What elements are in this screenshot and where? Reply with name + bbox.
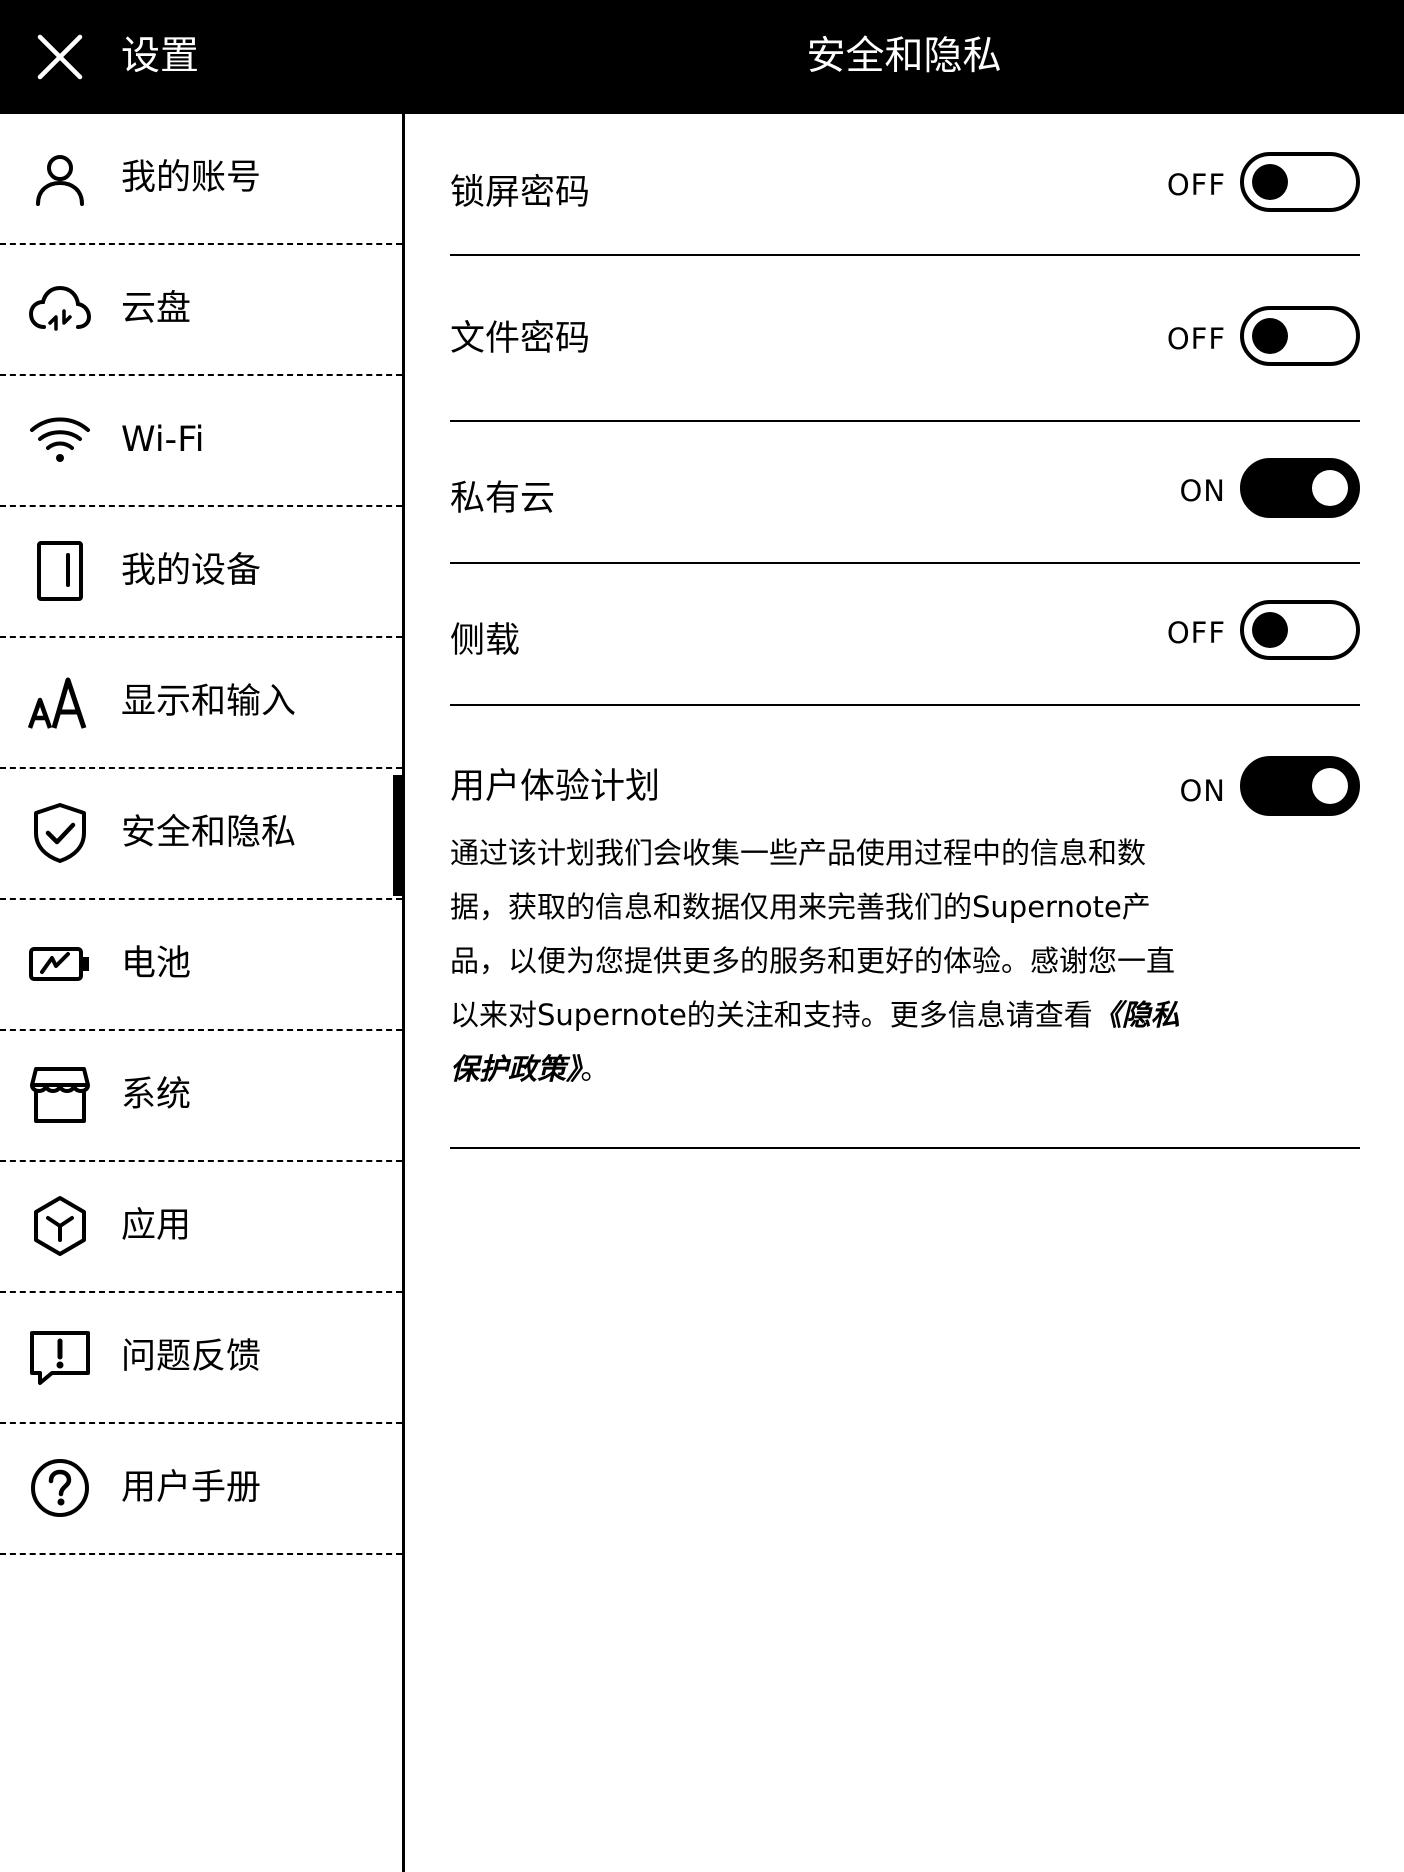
toggle-knob (1252, 318, 1288, 354)
lock-screen-label: 锁屏密码 (450, 173, 591, 213)
sidebar-item-label: 系统 (121, 1075, 192, 1115)
sidebar-item-label: 云盘 (121, 289, 192, 329)
toggle-knob (1252, 612, 1288, 648)
shield-check-icon (28, 801, 92, 865)
toggle-knob (1252, 164, 1288, 200)
file-password-label: 文件密码 (450, 319, 591, 359)
ux-plan-description: 通过该计划我们会收集一些产品使用过程中的信息和数据，获取的信息和数据仅用来完善我… (450, 826, 1180, 1096)
device-icon (28, 539, 92, 603)
ux-plan-label: 用户体验计划 (450, 767, 661, 807)
sidebar-item-label: 我的账号 (121, 158, 262, 198)
sidebar-item-label: Wi-Fi (121, 420, 205, 460)
sidebar-item-system[interactable]: 系统 (0, 1031, 402, 1162)
sidebar-item-manual[interactable]: 用户手册 (0, 1424, 402, 1555)
panel-divider (402, 114, 405, 1872)
app-cube-icon (28, 1194, 92, 1258)
user-icon (28, 146, 92, 210)
toggle-knob (1312, 768, 1348, 804)
sidebar-item-label: 我的设备 (121, 551, 262, 591)
close-icon (37, 34, 83, 80)
sidebar-item-wifi[interactable]: Wi-Fi (0, 376, 402, 507)
sidebar-item-label: 用户手册 (121, 1468, 262, 1508)
sidebar-item-label: 电池 (121, 944, 192, 984)
setting-row-lock-screen: 锁屏密码 OFF (450, 114, 1360, 256)
sidebar-item-cloud[interactable]: 云盘 (0, 245, 402, 376)
private-cloud-label: 私有云 (450, 479, 556, 519)
wifi-icon (28, 408, 92, 472)
sidebar-item-label: 显示和输入 (121, 682, 297, 722)
toggle-knob (1312, 470, 1348, 506)
font-size-icon (28, 670, 92, 734)
feedback-icon (28, 1325, 92, 1389)
lock-screen-toggle[interactable] (1240, 152, 1360, 212)
sidebar-item-device[interactable]: 我的设备 (0, 507, 402, 638)
ux-plan-toggle[interactable] (1240, 756, 1360, 816)
file-password-state: OFF (1166, 322, 1226, 356)
setting-row-file-password: 文件密码 OFF (450, 256, 1360, 422)
sidebar-item-security[interactable]: 安全和隐私 (0, 769, 402, 900)
security-settings-panel: 锁屏密码 OFF 文件密码 OFF 私有云 ON 侧载 OFF 用户体验计划 O… (450, 114, 1360, 1149)
store-icon (28, 1063, 92, 1127)
sideload-state: OFF (1166, 616, 1226, 650)
ux-plan-state: ON (1179, 774, 1226, 808)
top-bar: 设置 安全和隐私 (0, 0, 1404, 114)
ux-plan-description-tail: 。 (580, 1052, 610, 1086)
private-cloud-toggle[interactable] (1240, 458, 1360, 518)
sideload-toggle[interactable] (1240, 600, 1360, 660)
setting-row-ux-plan: 用户体验计划 ON 通过该计划我们会收集一些产品使用过程中的信息和数据，获取的信… (450, 706, 1360, 1149)
settings-title: 设置 (121, 34, 200, 79)
page-title: 安全和隐私 (806, 34, 1002, 79)
sidebar-item-apps[interactable]: 应用 (0, 1162, 402, 1293)
close-button[interactable] (30, 27, 90, 87)
lock-screen-state: OFF (1166, 168, 1226, 202)
sidebar-item-label: 安全和隐私 (121, 813, 297, 853)
sidebar: 我的账号 云盘 Wi-Fi 我的设备 显示和输入 安全和隐私 电池 系统 应用 … (0, 114, 402, 1872)
sidebar-item-display[interactable]: 显示和输入 (0, 638, 402, 769)
file-password-toggle[interactable] (1240, 306, 1360, 366)
ux-plan-description-text: 通过该计划我们会收集一些产品使用过程中的信息和数据，获取的信息和数据仅用来完善我… (450, 836, 1176, 1032)
setting-row-private-cloud: 私有云 ON (450, 422, 1360, 564)
help-icon (28, 1456, 92, 1520)
private-cloud-state: ON (1179, 474, 1226, 508)
sidebar-item-label: 问题反馈 (121, 1337, 262, 1377)
battery-icon (28, 932, 92, 996)
sidebar-item-battery[interactable]: 电池 (0, 900, 402, 1031)
sidebar-item-account[interactable]: 我的账号 (0, 114, 402, 245)
cloud-sync-icon (28, 277, 92, 341)
sidebar-item-feedback[interactable]: 问题反馈 (0, 1293, 402, 1424)
sideload-label: 侧载 (450, 621, 521, 661)
sidebar-item-label: 应用 (121, 1206, 192, 1246)
setting-row-sideload: 侧载 OFF (450, 564, 1360, 706)
